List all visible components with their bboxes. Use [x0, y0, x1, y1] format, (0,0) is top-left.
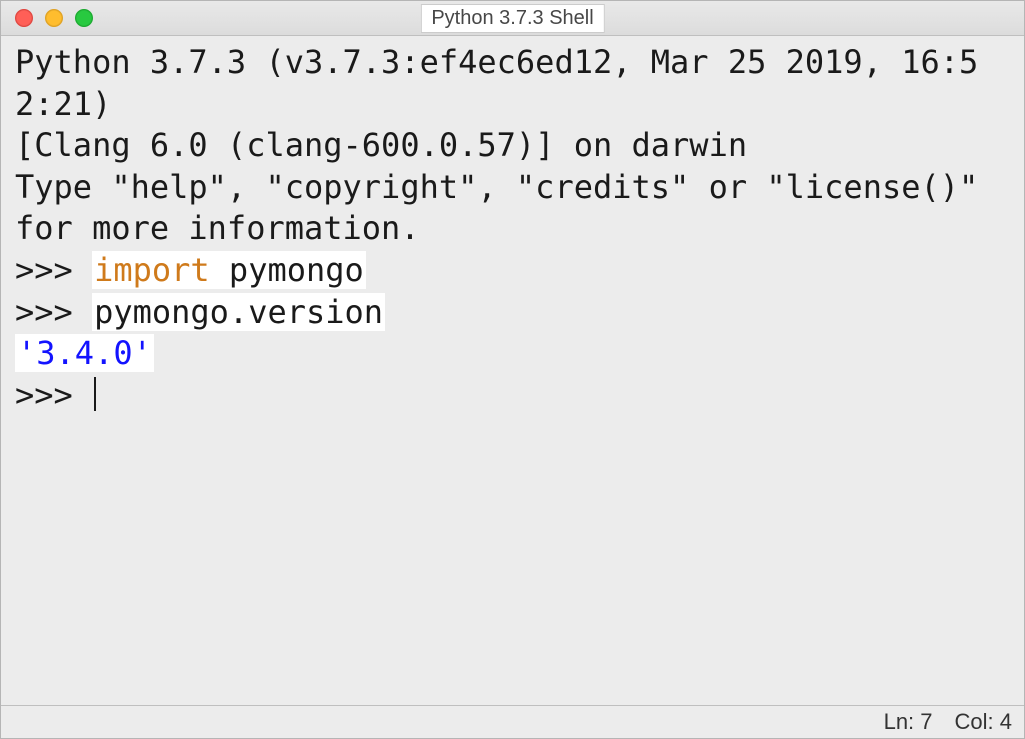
status-line: Ln: 7: [884, 709, 933, 735]
banner-line-1: Python 3.7.3 (v3.7.3:ef4ec6ed12, Mar 25 …: [15, 43, 978, 123]
traffic-lights: [1, 9, 93, 27]
input-line-1: import pymongo: [92, 251, 366, 289]
window-title: Python 3.7.3 Shell: [420, 4, 604, 33]
text-cursor: [94, 377, 96, 411]
code-rest-1: pymongo: [210, 251, 364, 289]
window-titlebar[interactable]: Python 3.7.3 Shell: [1, 1, 1024, 36]
banner-line-2: [Clang 6.0 (clang-600.0.57)] on darwin: [15, 126, 747, 164]
prompt: >>>: [15, 251, 92, 289]
banner-line-3: Type "help", "copyright", "credits" or "…: [15, 168, 998, 248]
idle-window: Python 3.7.3 Shell Python 3.7.3 (v3.7.3:…: [0, 0, 1025, 739]
shell-content[interactable]: Python 3.7.3 (v3.7.3:ef4ec6ed12, Mar 25 …: [1, 36, 1024, 705]
close-icon[interactable]: [15, 9, 33, 27]
status-col: Col: 4: [955, 709, 1012, 735]
input-line-2: pymongo.version: [92, 293, 385, 331]
minimize-icon[interactable]: [45, 9, 63, 27]
prompt: >>>: [15, 376, 92, 414]
keyword-import: import: [94, 251, 210, 289]
zoom-icon[interactable]: [75, 9, 93, 27]
status-bar: Ln: 7 Col: 4: [1, 705, 1024, 738]
prompt: >>>: [15, 293, 92, 331]
output-line: '3.4.0': [15, 334, 154, 372]
